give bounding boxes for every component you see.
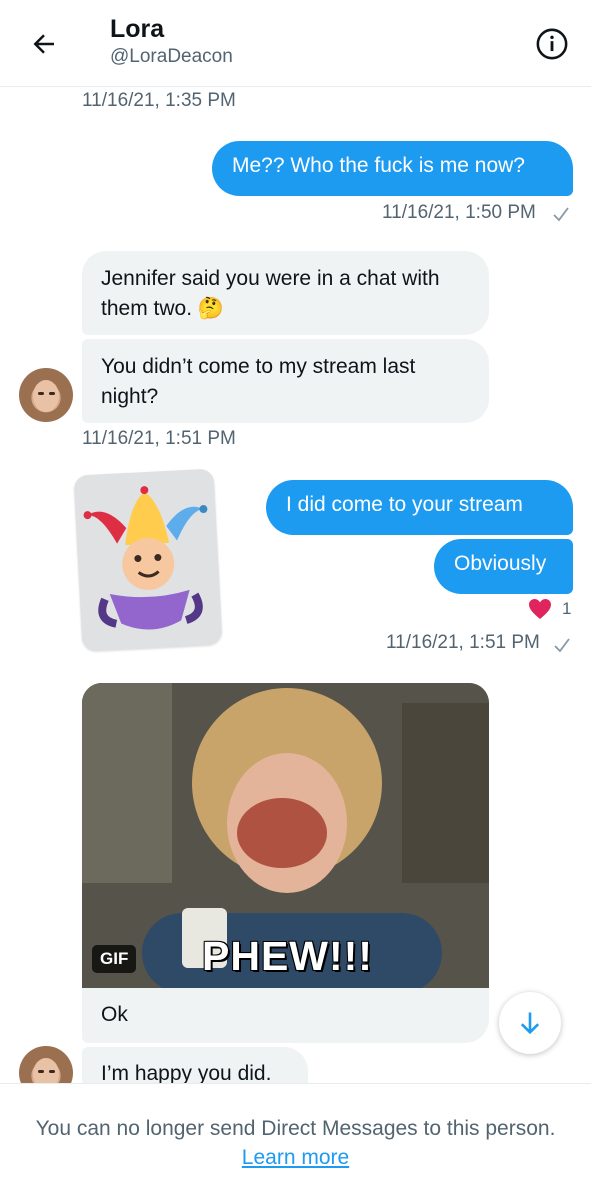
gif-media[interactable]: GIF PHEW!!! <box>82 683 489 988</box>
checkmark-icon <box>554 638 570 653</box>
info-button[interactable] <box>534 26 570 62</box>
message-timestamp: 11/16/21, 1:50 PM <box>382 202 536 223</box>
learn-more-link[interactable]: Learn more <box>0 1146 591 1170</box>
incoming-message[interactable]: You didn’t come to my stream last night? <box>82 339 489 423</box>
gif-badge: GIF <box>92 945 137 973</box>
outgoing-message[interactable]: I did come to your stream <box>266 480 573 535</box>
message-timestamp: 11/16/21, 1:35 PM <box>82 90 236 111</box>
checkmark-icon <box>553 207 569 222</box>
heart-icon <box>529 599 551 619</box>
outgoing-message[interactable]: Obviously <box>434 539 573 594</box>
avatar[interactable] <box>19 368 73 422</box>
contact-handle[interactable]: @LoraDeacon <box>110 46 233 68</box>
dm-disabled-footer: You can no longer send Direct Messages t… <box>0 1083 591 1201</box>
scroll-to-bottom-button[interactable] <box>499 992 561 1054</box>
jester-icon <box>83 486 208 630</box>
gif-caption: PHEW!!! <box>202 933 373 979</box>
conversation-header: Lora @LoraDeacon <box>0 0 591 87</box>
message-reaction[interactable]: 1 <box>528 598 571 620</box>
incoming-message[interactable]: Ok <box>82 988 489 1043</box>
info-circle-icon <box>536 28 568 60</box>
message-timestamp: 11/16/21, 1:51 PM <box>386 632 540 653</box>
incoming-message[interactable]: Jennifer said you were in a chat with th… <box>82 251 489 335</box>
arrow-left-icon <box>33 34 54 54</box>
dm-disabled-notice: You can no longer send Direct Messages t… <box>35 1117 556 1140</box>
back-button[interactable] <box>26 26 62 62</box>
contact-name[interactable]: Lora <box>110 15 164 44</box>
jester-sticker <box>73 468 223 652</box>
outgoing-message[interactable]: Me?? Who the fuck is me now? <box>212 141 573 196</box>
arrow-down-icon <box>520 1012 540 1035</box>
reaction-count: 1 <box>562 599 572 618</box>
message-timestamp: 11/16/21, 1:51 PM <box>82 428 236 449</box>
